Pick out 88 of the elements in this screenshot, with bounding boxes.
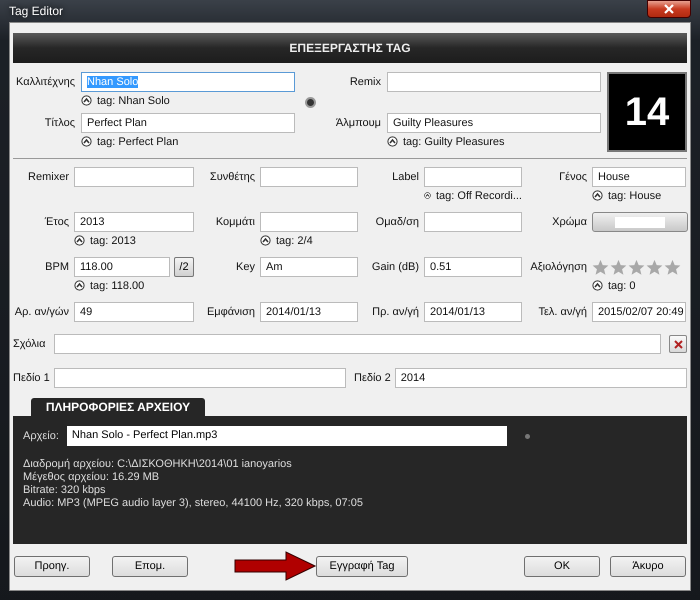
info-line: Audio: MP3 (MPEG audio layer 3), stereo, 44100 Hz, 320 kbps, 07:05	[23, 497, 364, 509]
field-label: Ομαδ/ση	[376, 216, 419, 228]
field-label: Key	[236, 261, 255, 273]
text-field[interactable]: 2013	[74, 212, 194, 232]
previous-button[interactable]: Προηγ.	[14, 556, 90, 576]
up-arrow-icon[interactable]	[260, 235, 271, 246]
text-field[interactable]	[424, 167, 522, 187]
tag-hint: tag: 2013	[90, 234, 136, 246]
text-field[interactable]	[74, 167, 194, 187]
field-label: Πεδίο 2	[354, 372, 391, 384]
tag-hint: tag: 2/4	[276, 234, 313, 246]
up-arrow-icon[interactable]	[81, 136, 92, 147]
tag-hint: tag: Nhan Solo	[97, 94, 170, 106]
tag-hint: tag: Off Recordi...	[436, 190, 522, 202]
tag-hint: tag: House	[608, 190, 662, 202]
dot-icon	[524, 434, 530, 438]
field-label: Άλμπουμ	[336, 117, 381, 129]
field-label: Εμφάνιση	[206, 306, 255, 318]
text-field[interactable]: 49	[74, 302, 194, 322]
field-label: Αξιολόγηση	[530, 261, 587, 273]
clear-button[interactable]	[669, 335, 687, 353]
up-arrow-icon[interactable]	[387, 136, 398, 147]
field-label: Σχόλια	[13, 338, 46, 350]
field-label: Gain (dB)	[372, 261, 419, 273]
text-field[interactable]: 118.00	[74, 257, 170, 277]
header-bar: ΕΠΕΞΕΡΓΑΣΤΗΣ TAG	[13, 33, 687, 63]
cancel-button[interactable]: Άκυρο	[610, 556, 686, 576]
text-field[interactable]: House	[592, 167, 686, 187]
field-label: Καλλιτέχνης	[16, 76, 75, 88]
field-label: Συνθέτης	[210, 171, 255, 183]
info-line: Μέγεθος αρχείου: 16.29 MB	[23, 471, 160, 483]
file-name-field[interactable]: Nhan Solo - Perfect Plan.mp3	[66, 426, 507, 446]
status-dot-icon	[305, 97, 316, 108]
field-label: Κομμάτι	[216, 216, 255, 228]
text-field[interactable]: 0.51	[424, 257, 522, 277]
up-arrow-icon[interactable]	[592, 280, 603, 291]
ok-button[interactable]: OK	[524, 556, 600, 576]
field-label: BPM	[45, 261, 69, 273]
text-field[interactable]	[387, 72, 601, 92]
color-button[interactable]	[592, 212, 688, 232]
halve-button[interactable]: /2	[174, 257, 194, 277]
field-label: Remix	[350, 76, 381, 88]
close-icon	[674, 340, 682, 348]
field-label: Label	[392, 171, 419, 183]
text-field[interactable]	[424, 212, 522, 232]
text-field[interactable]	[260, 212, 358, 232]
info-line: Bitrate: 320 kbps	[23, 484, 107, 496]
text-field[interactable]: 2014/01/13	[260, 302, 358, 322]
field-label: Τίτλος	[44, 117, 75, 129]
close-icon	[663, 4, 675, 14]
close-button[interactable]	[647, 0, 691, 18]
field-label: Αρ. αν/γών	[14, 306, 69, 318]
star-icon[interactable]	[610, 258, 627, 276]
window-title: Tag Editor	[9, 4, 64, 18]
field-label: Χρώμα	[552, 216, 587, 228]
file-info-tab[interactable]: ΠΛΗΡΟΦΟΡΙΕΣ ΑΡΧΕΙΟΥ	[31, 398, 205, 416]
text-field[interactable]: 2014	[394, 368, 687, 388]
text-field[interactable]: Perfect Plan	[81, 113, 295, 133]
tag-hint: tag: 0	[608, 280, 636, 292]
text-field[interactable]: 2014/01/13	[424, 302, 522, 322]
field-label: Πρ. αν/γή	[372, 306, 419, 318]
field-label: Γένος	[559, 171, 587, 183]
star-icon[interactable]	[664, 258, 681, 276]
field-label: Πεδίο 1	[13, 372, 50, 384]
info-line: Διαδρομή αρχείου: C:\ΔΙΣΚΟΘΗΚΗ\2014\01 ianoyarios	[23, 458, 293, 470]
tag-hint: tag: Perfect Plan	[97, 136, 178, 148]
text-field[interactable]: Guilty Pleasures	[387, 113, 601, 133]
text-field[interactable]: 2015/02/07 20:49	[592, 302, 686, 322]
field-label: Remixer	[28, 171, 69, 183]
text-field[interactable]	[260, 167, 358, 187]
comments-field[interactable]	[54, 334, 662, 354]
up-arrow-icon[interactable]	[592, 190, 603, 201]
tag-hint: tag: 118.00	[90, 280, 144, 292]
up-arrow-icon[interactable]	[74, 280, 85, 291]
up-arrow-icon[interactable]	[74, 235, 85, 246]
star-icon[interactable]	[628, 258, 645, 276]
up-arrow-icon[interactable]	[81, 95, 92, 106]
track-number: 14	[607, 72, 687, 152]
star-icon[interactable]	[592, 258, 609, 276]
field-label: Αρχείο:	[23, 430, 59, 442]
text-field[interactable]	[54, 368, 346, 388]
tag-hint: tag: Guilty Pleasures	[403, 136, 504, 148]
next-button[interactable]: Επομ.	[112, 556, 188, 576]
save-tag-button[interactable]: Εγγραφή Tag	[316, 556, 408, 576]
field-label: Έτος	[44, 216, 69, 228]
text-field[interactable]: Am	[260, 257, 358, 277]
star-icon[interactable]	[646, 258, 663, 276]
field-label: Τελ. αν/γή	[538, 306, 587, 318]
